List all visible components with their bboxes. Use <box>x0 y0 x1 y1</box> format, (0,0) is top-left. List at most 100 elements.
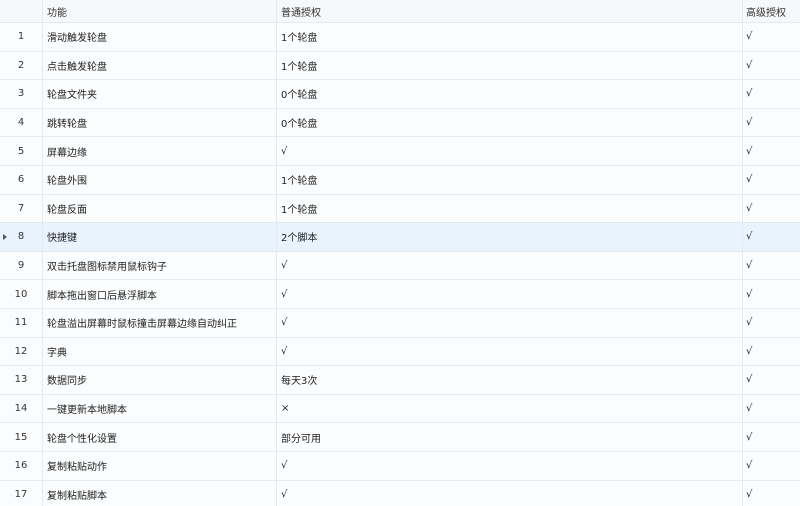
table-row[interactable]: 17 复制粘贴脚本 √ √ <box>0 480 800 506</box>
cell-advanced-license[interactable]: √ <box>743 338 800 366</box>
cell-advanced-license[interactable]: √ <box>743 481 800 506</box>
cell-advanced-license[interactable]: √ <box>743 137 800 165</box>
table-row[interactable]: 8 快捷键 2个脚本 √ <box>0 223 800 252</box>
cell-advanced-license[interactable]: √ <box>743 366 800 394</box>
cell-normal-license[interactable]: 1个轮盘 <box>277 165 743 194</box>
cell-feature[interactable]: 一键更新本地脚本 <box>43 394 277 423</box>
row-number[interactable]: 10 <box>0 280 43 308</box>
column-header-feature[interactable]: 功能 <box>43 0 277 22</box>
cell-normal-license[interactable]: √ <box>277 308 743 337</box>
row-number[interactable]: 11 <box>0 308 43 337</box>
row-number-label: 11 <box>14 317 28 329</box>
cell-normal-license[interactable]: √ <box>277 337 743 366</box>
cell-normal-license[interactable]: 1个轮盘 <box>277 51 743 80</box>
row-number-label: 9 <box>17 260 25 272</box>
cell-feature[interactable]: 轮盘溢出屏幕时鼠标撞击屏幕边缘自动纠正 <box>43 308 277 337</box>
row-number[interactable]: 17 <box>0 480 43 506</box>
column-header-advanced-license[interactable]: 高级授权 <box>743 0 800 22</box>
cell-feature[interactable]: 复制粘贴脚本 <box>43 480 277 506</box>
cell-advanced-license[interactable]: √ <box>743 223 800 251</box>
row-number[interactable]: 13 <box>0 366 43 394</box>
row-number-label: 17 <box>14 488 28 500</box>
cell-feature[interactable]: 数据同步 <box>43 366 277 394</box>
row-number-label: 8 <box>17 231 25 243</box>
table-row[interactable]: 14 一键更新本地脚本 × √ <box>0 394 800 424</box>
cell-normal-license[interactable]: √ <box>277 480 743 506</box>
table-row[interactable]: 12 字典 √ √ <box>0 337 800 367</box>
cell-normal-license[interactable]: 每天3次 <box>277 366 743 394</box>
table-row[interactable]: 13 数据同步 每天3次 √ <box>0 366 800 395</box>
row-number[interactable]: 1 <box>0 23 43 51</box>
cell-normal-license[interactable]: 0个轮盘 <box>277 108 743 137</box>
cell-normal-license[interactable]: 1个轮盘 <box>277 23 743 51</box>
row-number-label: 1 <box>17 31 25 43</box>
table-row[interactable]: 2 点击触发轮盘 1个轮盘 √ <box>0 51 800 81</box>
cell-feature[interactable]: 屏幕边缘 <box>43 137 277 165</box>
cell-normal-license[interactable]: 2个脚本 <box>277 223 743 251</box>
table-row[interactable]: 7 轮盘反面 1个轮盘 √ <box>0 194 800 224</box>
cell-feature[interactable]: 轮盘个性化设置 <box>43 423 277 451</box>
cell-feature[interactable]: 轮盘外围 <box>43 165 277 194</box>
cell-advanced-license[interactable]: √ <box>743 52 800 80</box>
row-number[interactable]: 6 <box>0 165 43 194</box>
table-row[interactable]: 5 屏幕边缘 √ √ <box>0 137 800 166</box>
cell-normal-license[interactable]: 部分可用 <box>277 423 743 451</box>
column-header-normal-license[interactable]: 普通授权 <box>277 0 743 22</box>
cell-advanced-license[interactable]: √ <box>743 195 800 223</box>
cell-advanced-license[interactable]: √ <box>743 23 800 51</box>
row-number[interactable]: 16 <box>0 451 43 480</box>
cell-feature[interactable]: 滑动触发轮盘 <box>43 23 277 51</box>
row-number[interactable]: 4 <box>0 108 43 137</box>
cell-advanced-license[interactable]: √ <box>743 280 800 308</box>
row-number[interactable]: 9 <box>0 251 43 280</box>
cell-advanced-license[interactable]: √ <box>743 309 800 337</box>
cell-normal-license[interactable]: √ <box>277 251 743 280</box>
row-number[interactable]: 2 <box>0 51 43 80</box>
row-number-label: 16 <box>14 460 28 472</box>
row-number-label: 6 <box>17 174 25 186</box>
table-row[interactable]: 15 轮盘个性化设置 部分可用 √ <box>0 423 800 452</box>
table-row[interactable]: 16 复制粘贴动作 √ √ <box>0 451 800 481</box>
row-number[interactable]: 5 <box>0 137 43 165</box>
table-row[interactable]: 1 滑动触发轮盘 1个轮盘 √ <box>0 23 800 52</box>
cell-advanced-license[interactable]: √ <box>743 109 800 137</box>
table-row[interactable]: 9 双击托盘图标禁用鼠标钩子 √ √ <box>0 251 800 281</box>
row-number[interactable]: 15 <box>0 423 43 451</box>
cell-normal-license[interactable]: 0个轮盘 <box>277 80 743 108</box>
row-number[interactable]: 3 <box>0 80 43 108</box>
table-row[interactable]: 10 脚本拖出窗口后悬浮脚本 √ √ <box>0 280 800 309</box>
row-number-label: 10 <box>14 288 28 300</box>
cell-advanced-license[interactable]: √ <box>743 423 800 451</box>
row-number[interactable]: 7 <box>0 194 43 223</box>
cell-feature[interactable]: 字典 <box>43 337 277 366</box>
cell-feature[interactable]: 跳转轮盘 <box>43 108 277 137</box>
cell-normal-license[interactable]: 1个轮盘 <box>277 194 743 223</box>
cell-normal-license[interactable]: √ <box>277 451 743 480</box>
cell-normal-license[interactable]: √ <box>277 280 743 308</box>
row-number[interactable]: 12 <box>0 337 43 366</box>
cell-advanced-license[interactable]: √ <box>743 395 800 423</box>
cell-advanced-license[interactable]: √ <box>743 166 800 194</box>
grid-body: 1 滑动触发轮盘 1个轮盘 √ 2 点击触发轮盘 1个轮盘 √ 3 轮盘文件夹 0个轮盘 √ 4 跳转轮盘… <box>0 23 800 506</box>
row-number[interactable]: 14 <box>0 394 43 423</box>
cell-advanced-license[interactable]: √ <box>743 452 800 480</box>
table-row[interactable]: 6 轮盘外围 1个轮盘 √ <box>0 165 800 195</box>
table-row[interactable]: 11 轮盘溢出屏幕时鼠标撞击屏幕边缘自动纠正 √ √ <box>0 308 800 338</box>
cell-feature[interactable]: 轮盘文件夹 <box>43 80 277 108</box>
cell-normal-license[interactable]: √ <box>277 137 743 165</box>
cell-advanced-license[interactable]: √ <box>743 80 800 108</box>
cell-feature[interactable]: 双击托盘图标禁用鼠标钩子 <box>43 251 277 280</box>
row-header-corner <box>0 0 43 22</box>
row-number-label: 7 <box>17 202 25 214</box>
cell-feature[interactable]: 脚本拖出窗口后悬浮脚本 <box>43 280 277 308</box>
cell-normal-license[interactable]: × <box>277 394 743 423</box>
cell-feature[interactable]: 点击触发轮盘 <box>43 51 277 80</box>
table-row[interactable]: 3 轮盘文件夹 0个轮盘 √ <box>0 80 800 109</box>
row-number[interactable]: 8 <box>0 223 43 251</box>
cell-feature[interactable]: 轮盘反面 <box>43 194 277 223</box>
cell-feature[interactable]: 快捷键 <box>43 223 277 251</box>
table-row[interactable]: 4 跳转轮盘 0个轮盘 √ <box>0 108 800 138</box>
cell-feature[interactable]: 复制粘贴动作 <box>43 451 277 480</box>
cell-advanced-license[interactable]: √ <box>743 252 800 280</box>
row-number-label: 12 <box>14 345 28 357</box>
